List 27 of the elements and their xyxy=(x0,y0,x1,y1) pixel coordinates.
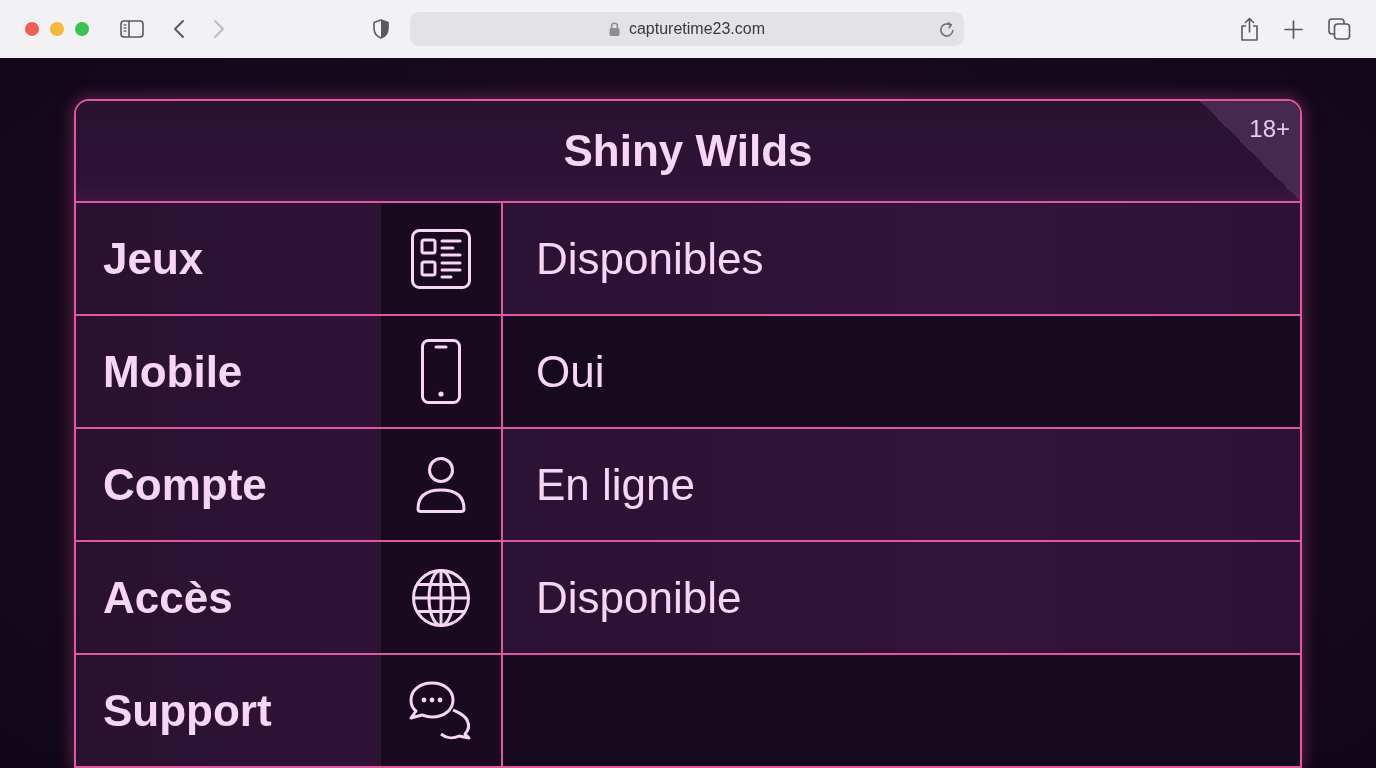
row-label: Compte xyxy=(103,459,267,510)
url-text: capturetime23.com xyxy=(628,20,766,38)
card-title: Shiny Wilds xyxy=(563,126,813,176)
user-icon xyxy=(416,456,466,513)
back-icon[interactable] xyxy=(173,19,185,39)
globe-icon xyxy=(412,568,470,627)
reload-icon[interactable] xyxy=(939,20,955,38)
window-close-icon[interactable] xyxy=(25,22,39,36)
age-rating-badge: 18+ xyxy=(1200,101,1300,201)
shield-icon[interactable] xyxy=(373,19,389,39)
row-value: Disponible xyxy=(536,572,742,623)
new-tab-icon[interactable] xyxy=(1284,19,1303,39)
row-value: En ligne xyxy=(536,459,695,510)
row-label: Mobile xyxy=(103,346,243,397)
list-icon xyxy=(411,228,471,289)
lock-icon xyxy=(608,22,620,36)
row-value: Oui xyxy=(536,346,605,397)
row-value: Disponibles xyxy=(536,233,764,284)
row-label: Accès xyxy=(103,572,233,623)
row-label: Jeux xyxy=(103,233,204,284)
share-icon[interactable] xyxy=(1240,17,1259,41)
phone-icon xyxy=(421,339,461,404)
address-field[interactable]: capturetime23.com xyxy=(410,12,964,46)
tabs-overview-icon[interactable] xyxy=(1328,18,1351,40)
sidebar-icon[interactable] xyxy=(120,20,144,38)
row-label: Support xyxy=(103,685,272,736)
chat-bubbles-icon xyxy=(409,681,473,740)
